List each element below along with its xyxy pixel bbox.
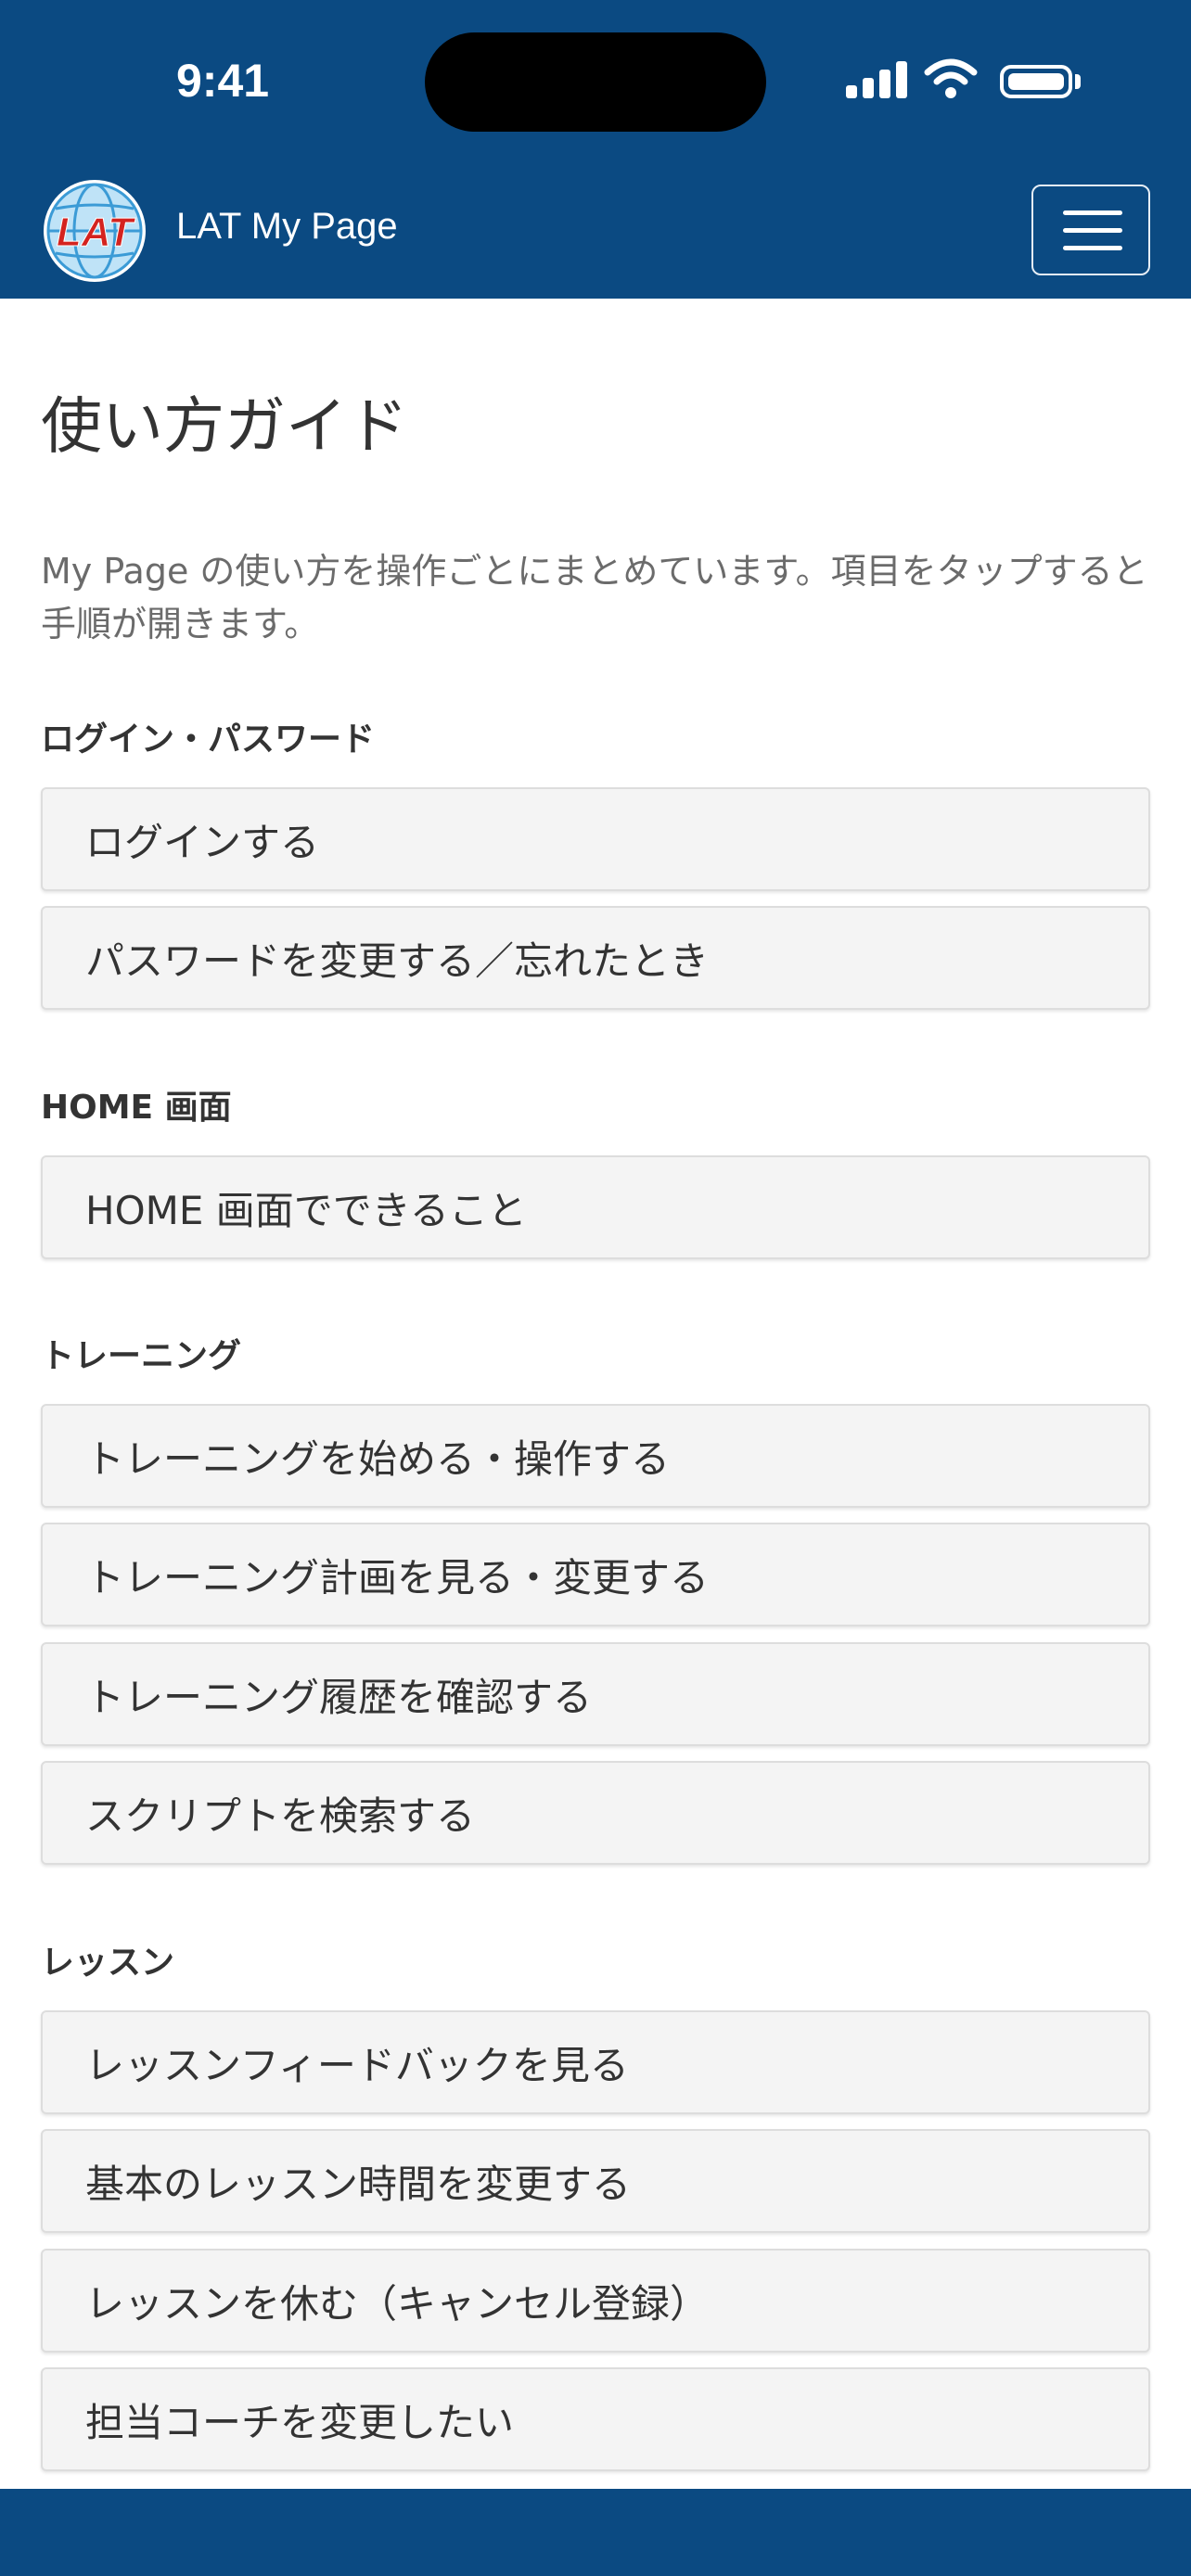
header-bar: 9:41 LAT LAT My Page [0,0,1191,299]
guide-item-home[interactable]: HOME 画面でできること [41,1155,1150,1259]
section-heading-login: ログイン・パスワード [41,721,376,759]
section-heading-lesson: レッスン [41,1944,175,1982]
guide-item-script-search[interactable]: スクリプトを検索する [41,1761,1150,1865]
page-title: 使い方ガイド [41,390,408,462]
section-heading-home: HOME 画面 [41,1089,232,1127]
battery-icon [1000,65,1072,98]
battery-cap [1075,74,1081,89]
guide-item-lesson-feedback[interactable]: レッスンフィードバックを見る [41,2010,1150,2114]
guide-item-coach-change[interactable]: 担当コーチを変更したい [41,2367,1150,2471]
lat-logo-icon[interactable]: LAT [41,177,148,285]
section-heading-training: トレーニング [41,1337,242,1375]
footer-bar [0,2489,1191,2576]
intro-text: My Page の使い方を操作ごとにまとめています。項目をタップすると手順が開き… [41,551,1148,644]
guide-item-training-history[interactable]: トレーニング履歴を確認する [41,1642,1150,1746]
brand-title[interactable]: LAT My Page [176,206,398,248]
guide-item-training-start[interactable]: トレーニングを始める・操作する [41,1404,1150,1508]
guide-item-training-plan[interactable]: トレーニング計画を見る・変更する [41,1523,1150,1626]
status-time: 9:41 [176,55,270,107]
guide-item-lesson-cancel[interactable]: レッスンを休む（キャンセル登録） [41,2249,1150,2353]
guide-item-password[interactable]: パスワードを変更する／忘れたとき [41,906,1150,1010]
guide-item-lesson-time[interactable]: 基本のレッスン時間を変更する [41,2129,1150,2233]
wifi-icon [924,58,978,98]
menu-toggle-button[interactable] [1031,185,1150,275]
guide-item-login[interactable]: ログインする [41,787,1150,891]
logo-text: LAT [57,210,135,255]
dynamic-island [425,32,766,132]
